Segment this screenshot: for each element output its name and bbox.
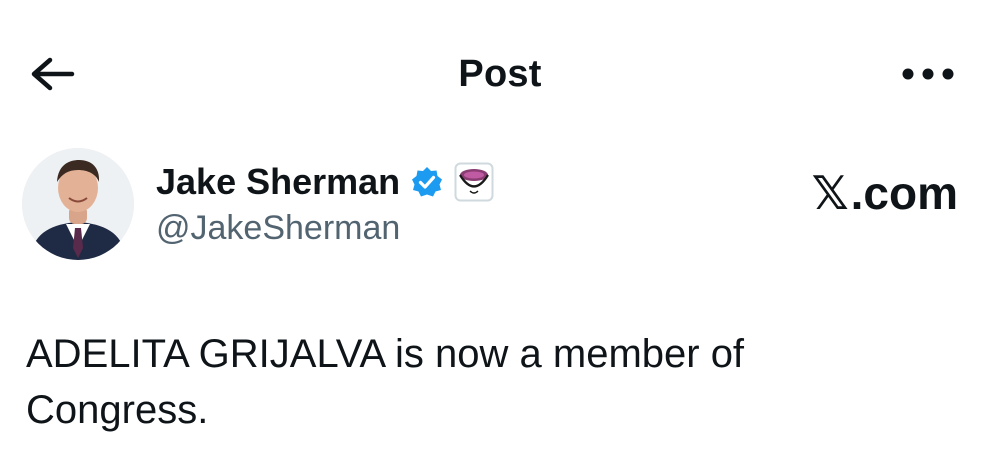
profile-photo <box>22 148 134 260</box>
avatar[interactable] <box>22 148 134 260</box>
source-domain: .com <box>850 167 958 219</box>
x-logo-icon: 𝕏 <box>811 167 849 219</box>
post-text-line-2: Congress. <box>26 388 209 432</box>
source-label: 𝕏 .com <box>812 166 958 220</box>
author-display-name[interactable]: Jake Sherman <box>156 160 400 204</box>
post-text-line-1: ADELITA GRIJALVA is now a member of <box>26 332 745 376</box>
top-bar: Post <box>0 0 1000 150</box>
more-options-button[interactable] <box>896 56 960 92</box>
author-name-row: Jake Sherman <box>156 160 494 204</box>
verified-badge-icon[interactable] <box>410 165 444 199</box>
post-body: ADELITA GRIJALVA is now a member of Cong… <box>26 326 926 438</box>
page-title: Post <box>458 53 542 95</box>
author-handle[interactable]: @JakeSherman <box>156 206 400 250</box>
more-horizontal-icon <box>902 68 954 80</box>
affiliate-badge-icon[interactable] <box>454 162 494 202</box>
